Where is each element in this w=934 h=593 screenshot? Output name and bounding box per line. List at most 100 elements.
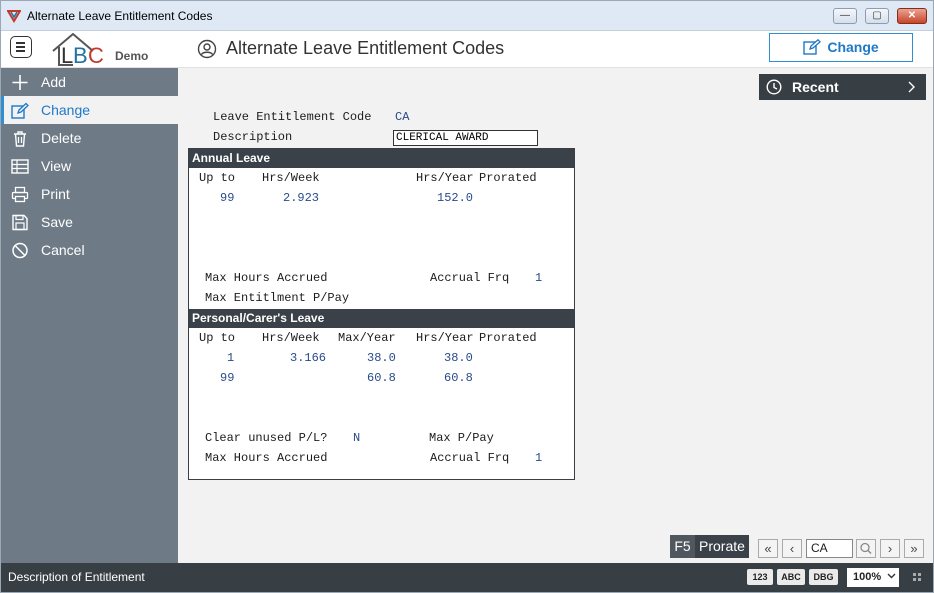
nav-next-button[interactable]: › [880, 539, 900, 558]
annual-col-hrs-week: Hrs/Week [262, 171, 320, 185]
nav-first-button[interactable]: « [758, 539, 778, 558]
sidebar-item-label: Save [41, 214, 73, 230]
sidebar-item-change[interactable]: Change [1, 96, 178, 124]
sidebar: Add Change Delete View Print Save Cancel [1, 68, 178, 563]
personal-leave-header: Personal/Carer's Leave [189, 309, 574, 328]
personal-col-upto: Up to [199, 331, 236, 345]
annual-row-hrs-week: 2.923 [283, 191, 320, 205]
recent-button[interactable]: Recent [759, 74, 926, 100]
annual-accrual-frq-label: Accrual Frq [430, 271, 510, 285]
menu-line [16, 46, 25, 48]
chevron-right-icon [908, 81, 915, 93]
personal-col-hrs-year: Hrs/Year [416, 331, 474, 345]
window-title: Alternate Leave Entitlement Codes [27, 9, 213, 23]
double-chevron-right-icon: » [910, 541, 918, 556]
zoom-select[interactable]: 100% [847, 568, 899, 587]
personal-max-hours-label: Max Hours Accrued [205, 451, 328, 465]
personal-col-hrs-week: Hrs/Week [262, 331, 320, 345]
description-field[interactable]: CLERICAL AWARD [393, 130, 538, 146]
leave-entitlement-panel: Annual Leave Up to Hrs/Week Hrs/Year Pro… [188, 148, 575, 480]
nav-last-button[interactable]: » [904, 539, 924, 558]
nav-key-input[interactable]: CA [806, 539, 853, 558]
app-header: L B C Demo Alternate Leave Entitlement C… [1, 31, 933, 68]
annual-max-entitlement-label: Max Entitlment P/Pay [205, 291, 350, 305]
sidebar-item-label: View [41, 158, 72, 174]
personal-row-hrs-year: 60.8 [444, 371, 473, 385]
sidebar-item-label: Change [41, 102, 91, 118]
sidebar-item-add[interactable]: Add [1, 68, 178, 96]
nav-search-button[interactable] [856, 539, 876, 558]
plus-icon [12, 75, 28, 90]
abc-logo: L B C [52, 32, 104, 67]
maximize-button[interactable]: ▢ [865, 8, 889, 24]
maximize-icon: ▢ [872, 10, 882, 21]
annual-col-upto: Up to [199, 171, 236, 185]
sidebar-item-label: Add [41, 74, 66, 90]
annual-row-hrs-year: 152.0 [437, 191, 474, 205]
edit-icon [11, 102, 29, 119]
status-bar: Description of Entitlement 123 ABC DBG 1… [1, 563, 933, 592]
save-icon [12, 214, 28, 231]
status-text: Description of Entitlement [8, 570, 145, 584]
clock-icon [766, 79, 782, 95]
app-window: Alternate Leave Entitlement Codes — ▢ ✕ … [0, 0, 934, 593]
change-mode-button[interactable]: Change [769, 33, 913, 62]
resize-grip-icon[interactable] [913, 573, 921, 581]
prorate-button[interactable]: F5 Prorate [670, 535, 749, 558]
printer-icon [11, 186, 29, 203]
alpha-mode-badge[interactable]: ABC [777, 569, 805, 585]
annual-max-hours-label: Max Hours Accrued [205, 271, 328, 285]
debug-badge[interactable]: DBG [809, 569, 838, 585]
sidebar-item-label: Print [41, 186, 70, 202]
sidebar-item-print[interactable]: Print [1, 180, 178, 208]
chevron-down-icon [887, 573, 896, 579]
annual-leave-header: Annual Leave [189, 149, 574, 168]
nav-prev-button[interactable]: ‹ [782, 539, 802, 558]
personal-row-hrs-year: 38.0 [444, 351, 473, 365]
sidebar-item-delete[interactable]: Delete [1, 124, 178, 152]
user-icon [197, 39, 217, 59]
personal-col-max-year: Max/Year [338, 331, 396, 345]
prorate-shortcut-key: F5 [670, 535, 695, 558]
personal-row-max-year: 38.0 [367, 351, 396, 365]
personal-col-prorated: Prorated [479, 331, 537, 345]
cancel-icon [12, 242, 28, 259]
svg-text:C: C [88, 43, 104, 67]
personal-accrual-frq-value: 1 [535, 451, 543, 465]
trash-icon [14, 131, 26, 147]
description-label: Description [213, 130, 293, 144]
sidebar-item-save[interactable]: Save [1, 208, 178, 236]
annual-col-prorated: Prorated [479, 171, 537, 185]
close-icon: ✕ [907, 10, 917, 21]
personal-row-hrs-week: 3.166 [290, 351, 327, 365]
prorate-label: Prorate [699, 538, 745, 554]
annual-col-hrs-year: Hrs/Year [416, 171, 474, 185]
clear-unused-value: N [353, 431, 361, 445]
app-logo-icon [7, 10, 21, 23]
personal-row-max-year: 60.8 [367, 371, 396, 385]
clear-unused-label: Clear unused P/L? [205, 431, 328, 445]
max-ppay-label: Max P/Pay [429, 431, 494, 445]
title-bar: Alternate Leave Entitlement Codes — ▢ ✕ [1, 1, 933, 31]
sidebar-item-cancel[interactable]: Cancel [1, 236, 178, 264]
table-icon [11, 159, 29, 174]
menu-line [16, 50, 25, 52]
close-button[interactable]: ✕ [897, 8, 927, 24]
change-mode-label: Change [827, 39, 879, 55]
hamburger-menu-button[interactable] [10, 36, 32, 58]
sidebar-item-view[interactable]: View [1, 152, 178, 180]
svg-text:L: L [61, 43, 73, 67]
sidebar-item-label: Cancel [41, 242, 85, 258]
logo-caption: Demo [115, 49, 149, 63]
chevron-left-icon: ‹ [789, 541, 795, 556]
personal-row-upto: 1 [227, 351, 235, 365]
recent-label: Recent [792, 79, 839, 95]
leave-code-value: CA [395, 110, 410, 124]
page-title: Alternate Leave Entitlement Codes [226, 38, 505, 58]
numeric-mode-badge[interactable]: 123 [747, 569, 773, 585]
annual-row-upto: 99 [220, 191, 235, 205]
double-chevron-left-icon: « [764, 541, 772, 556]
svg-text:B: B [73, 43, 88, 67]
menu-line [16, 42, 25, 44]
minimize-button[interactable]: — [833, 8, 857, 24]
